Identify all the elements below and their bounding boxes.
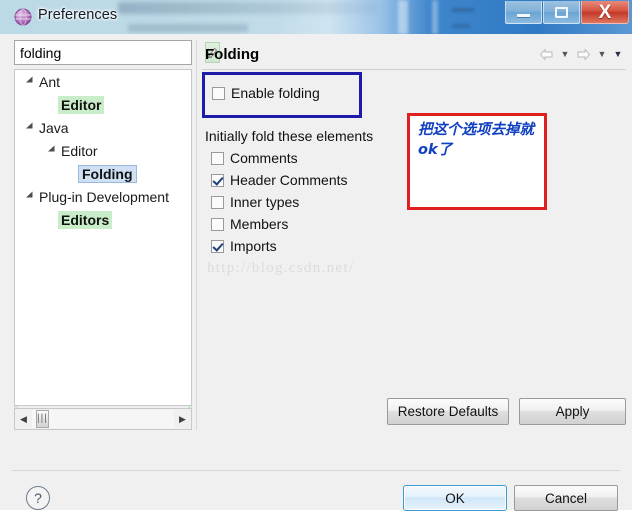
tree-item-label: Java xyxy=(39,119,69,136)
title-separator xyxy=(202,69,626,70)
scroll-thumb-grip: ||| xyxy=(37,413,48,424)
scroll-left-arrow-icon[interactable]: ◀ xyxy=(15,409,32,429)
search-input[interactable] xyxy=(15,41,205,64)
help-icon[interactable]: ? xyxy=(26,486,50,510)
inner-types-label: Inner types xyxy=(230,194,300,210)
header-comments-checkbox[interactable] xyxy=(211,173,224,187)
option-row-imports[interactable]: Imports xyxy=(211,238,277,254)
tree-item-label: Folding xyxy=(78,164,137,183)
imports-label: Imports xyxy=(230,238,277,254)
comments-checkbox[interactable] xyxy=(211,151,224,165)
preferences-sphere-icon xyxy=(14,8,32,26)
preferences-tree[interactable]: Ant Editor Java Editor Folding Plug-in Develo… xyxy=(14,69,192,406)
scroll-track-right[interactable] xyxy=(48,410,174,428)
option-row-comments[interactable]: Comments xyxy=(211,150,298,166)
inner-types-checkbox[interactable] xyxy=(211,195,224,209)
maximize-icon xyxy=(555,6,568,18)
tree-item-ant[interactable]: Ant xyxy=(15,70,191,93)
annotation-note-text: 把这个选项去掉就ok了 xyxy=(418,122,534,158)
tree-expander-icon[interactable] xyxy=(45,145,58,156)
enable-folding-label: Enable folding xyxy=(231,85,320,101)
close-button[interactable]: X xyxy=(581,1,629,24)
pane-divider xyxy=(196,40,197,430)
scroll-right-arrow-icon[interactable]: ▶ xyxy=(174,409,191,429)
maximize-button[interactable] xyxy=(543,1,580,24)
scroll-thumb[interactable]: ||| xyxy=(36,410,49,428)
dialog-body: Ant Editor Java Editor Folding Plug-in Develo… xyxy=(0,34,632,511)
tree-item-editor[interactable]: Editor xyxy=(15,139,191,162)
tree-item-label: Plug-in Development xyxy=(39,188,169,205)
tree-horizontal-scrollbar[interactable]: ◀ ||| ▶ xyxy=(14,408,192,430)
members-label: Members xyxy=(230,216,289,232)
tree-item-label: Editor xyxy=(58,95,105,114)
left-pane: Ant Editor Java Editor Folding Plug-in Develo… xyxy=(14,40,220,430)
title-bar: Preferences X xyxy=(0,0,632,34)
tree-item-editor[interactable]: Editor xyxy=(15,93,191,116)
tree-item-folding[interactable]: Folding xyxy=(15,162,191,185)
tree-expander-icon[interactable] xyxy=(23,191,36,202)
restore-defaults-button[interactable]: Restore Defaults xyxy=(387,398,509,425)
option-row-header-comments[interactable]: Header Comments xyxy=(211,172,348,188)
members-checkbox[interactable] xyxy=(211,217,224,231)
minimize-icon xyxy=(517,14,530,17)
tree-item-label: Ant xyxy=(39,73,61,90)
arrow-right-icon[interactable] xyxy=(575,47,592,61)
option-row-inner-types[interactable]: Inner types xyxy=(211,194,299,210)
tree-item-label: Editors xyxy=(58,210,113,229)
annotation-red-box: 把这个选项去掉就ok了 xyxy=(407,113,547,210)
ok-button[interactable]: OK xyxy=(403,485,507,511)
tree-item-label: Editor xyxy=(61,142,98,159)
watermark-text: http://blog.csdn.net/ xyxy=(207,260,355,276)
header-comments-label: Header Comments xyxy=(230,172,348,188)
forward-history-caret-icon[interactable]: ▼ xyxy=(596,47,608,61)
tree-expander-icon[interactable] xyxy=(23,122,36,133)
back-history-caret-icon[interactable]: ▼ xyxy=(559,47,571,61)
preferences-dialog-window: Preferences X An xyxy=(0,0,632,511)
content-pane: Folding ▼ ▼ ▼ Enable folding Initially f… xyxy=(202,40,626,430)
initially-fold-group-label: Initially fold these elements xyxy=(205,128,374,144)
tree-item-plug-in-development[interactable]: Plug-in Development xyxy=(15,185,191,208)
imports-checkbox[interactable] xyxy=(211,239,224,253)
enable-folding-checkbox[interactable] xyxy=(212,86,225,100)
tree-item-editors[interactable]: Editors xyxy=(15,208,191,231)
page-title: Folding xyxy=(205,46,260,63)
close-icon: X xyxy=(598,1,612,23)
minimize-button[interactable] xyxy=(505,1,542,24)
apply-button[interactable]: Apply xyxy=(519,398,626,425)
tree-item-java[interactable]: Java xyxy=(15,116,191,139)
comments-label: Comments xyxy=(230,150,298,166)
footer-separator xyxy=(12,470,620,471)
navigation-controls: ▼ ▼ ▼ xyxy=(538,47,624,61)
cancel-button[interactable]: Cancel xyxy=(514,485,618,511)
filter-search-row xyxy=(14,40,220,65)
arrow-left-icon[interactable] xyxy=(538,47,555,61)
view-menu-caret-icon[interactable]: ▼ xyxy=(612,47,624,61)
tree-expander-icon[interactable] xyxy=(23,76,36,87)
enable-folding-checkbox-row[interactable]: Enable folding xyxy=(212,85,320,101)
option-row-members[interactable]: Members xyxy=(211,216,288,232)
window-title: Preferences xyxy=(38,7,118,23)
